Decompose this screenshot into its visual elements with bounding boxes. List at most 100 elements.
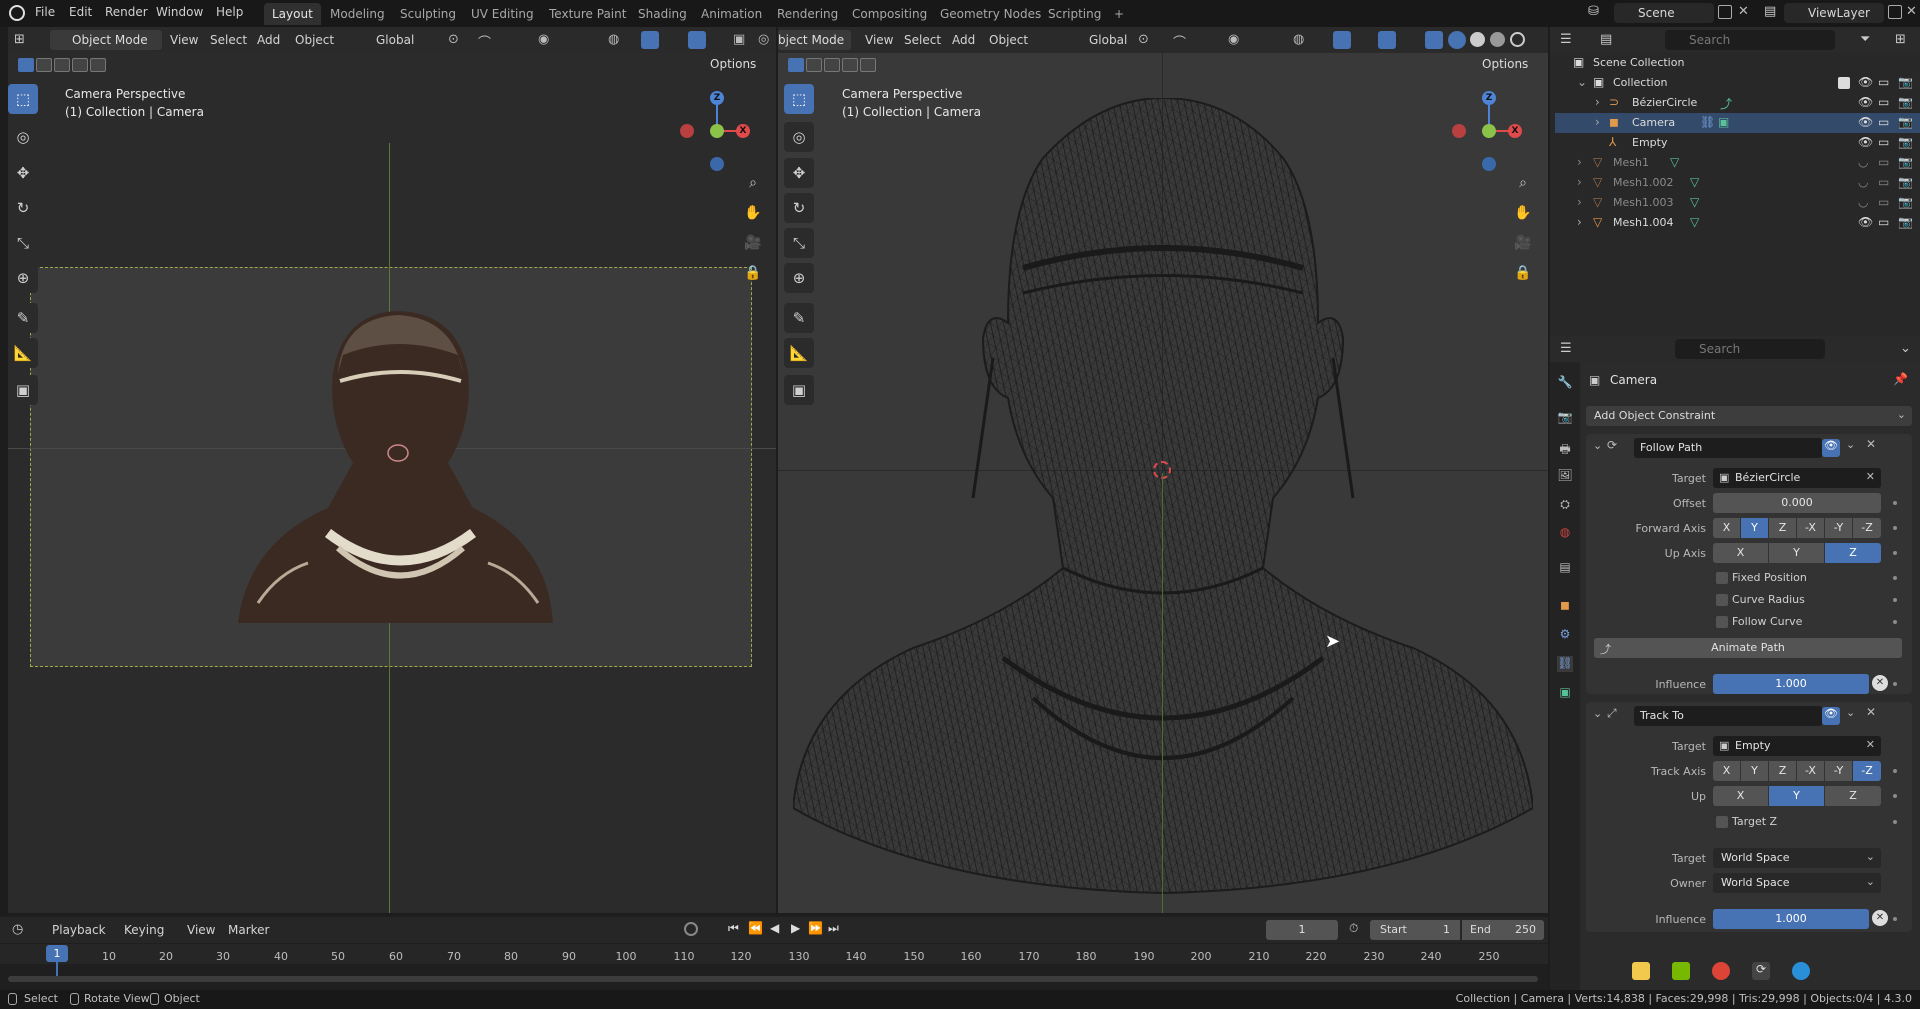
- right-gizmo-y-axis[interactable]: [1482, 124, 1496, 138]
- expand-arrow-icon[interactable]: ›: [1577, 215, 1582, 229]
- overlay-toggle-icon[interactable]: [688, 31, 706, 49]
- right-transform-orientation-dropdown[interactable]: Global: [1089, 33, 1127, 47]
- right-gizmo-z-axis[interactable]: Z: [1482, 91, 1496, 105]
- clear-target-icon[interactable]: ✕: [1866, 470, 1875, 483]
- track-axis-neg-y[interactable]: -Y: [1825, 761, 1852, 781]
- offset-keyframe-dot[interactable]: [1893, 501, 1897, 505]
- curve-radius-keyframe-dot[interactable]: [1893, 598, 1897, 602]
- right-select-box-tool[interactable]: ⬚: [784, 84, 814, 114]
- viewport-menu-view[interactable]: View: [170, 33, 198, 47]
- tab-compositing[interactable]: Compositing: [844, 3, 935, 25]
- forward-axis-z[interactable]: Z: [1769, 518, 1796, 538]
- shading-wireframe-button[interactable]: [1448, 31, 1466, 49]
- track-axis-neg-z[interactable]: -Z: [1853, 761, 1881, 781]
- timeline-scrollbar[interactable]: [8, 976, 1538, 982]
- track-up-keyframe-dot[interactable]: [1893, 794, 1897, 798]
- right-overlay-toggle-icon[interactable]: [1378, 31, 1396, 49]
- menu-file[interactable]: File: [35, 5, 55, 19]
- owner-space-dropdown[interactable]: World Space ⌄: [1713, 873, 1881, 893]
- right-select-mode-intersect-icon[interactable]: [860, 58, 876, 72]
- timeline-menu-marker[interactable]: Marker: [228, 923, 269, 937]
- viewport-menu-object[interactable]: Object: [295, 33, 334, 47]
- track-axis-y[interactable]: Y: [1741, 761, 1768, 781]
- viewport-toggle-icon[interactable]: ▭: [1878, 115, 1889, 129]
- curve-radius-checkbox[interactable]: [1716, 594, 1728, 606]
- viewport-toggle-icon[interactable]: ▭: [1878, 175, 1889, 189]
- viewport-toggle-icon[interactable]: ▭: [1878, 135, 1889, 149]
- right-add-cube-tool[interactable]: ▣: [784, 375, 814, 405]
- tool-tab-icon[interactable]: 🔧: [1557, 375, 1573, 391]
- outliner-item-mesh1-003[interactable]: › ▽ Mesh1.003 ▽ ◡ ▭ 📷: [1555, 193, 1920, 213]
- target-z-keyframe-dot[interactable]: [1893, 820, 1897, 824]
- right-pan-hand-icon[interactable]: ✋: [1511, 201, 1535, 225]
- fixed-position-checkbox[interactable]: [1716, 572, 1728, 584]
- outliner-editor-icon[interactable]: ☰: [1560, 32, 1572, 47]
- right-options-dropdown[interactable]: Options: [1482, 57, 1528, 71]
- view-layer-icon[interactable]: ▤: [1764, 4, 1776, 19]
- scene-field[interactable]: Scene: [1614, 3, 1714, 23]
- track-to-influence-keyframe-dot[interactable]: [1893, 917, 1897, 921]
- jump-start-icon[interactable]: ⏮: [728, 921, 739, 936]
- menu-window[interactable]: Window: [156, 5, 203, 19]
- track-to-influence-slider[interactable]: 1.000: [1713, 909, 1869, 929]
- right-select-mode-extend-icon[interactable]: [806, 58, 822, 72]
- right-viewport-menu-add[interactable]: Add: [952, 33, 975, 47]
- right-cursor-tool[interactable]: ◎: [784, 122, 814, 152]
- right-lock-icon[interactable]: 🔒: [1511, 261, 1535, 285]
- collapse-chevron-icon[interactable]: ⌄: [1593, 707, 1602, 720]
- transform-orientation-dropdown[interactable]: Global: [376, 33, 414, 47]
- visibility-eye-icon[interactable]: 👁: [1858, 95, 1873, 109]
- tray-sync-icon[interactable]: ⟳: [1752, 962, 1770, 980]
- right-select-mode-new-icon[interactable]: [788, 58, 804, 72]
- follow-path-delete-icon[interactable]: ✕: [1866, 437, 1876, 451]
- outliner-search-input[interactable]: Search: [1665, 30, 1835, 50]
- outliner-filter-icon[interactable]: ⏷: [1860, 32, 1870, 47]
- expand-arrow-icon[interactable]: ›: [1577, 155, 1582, 169]
- properties-options-icon[interactable]: ⌄: [1900, 341, 1911, 356]
- cursor-tool[interactable]: ◎: [8, 122, 38, 152]
- jump-keyframe-forward-icon[interactable]: ⏩: [808, 921, 823, 935]
- select-mode-extend-icon[interactable]: [36, 58, 52, 72]
- outliner-display-mode-icon[interactable]: ▤: [1600, 32, 1612, 47]
- tray-edge-icon[interactable]: [1792, 962, 1810, 980]
- follow-curve-keyframe-dot[interactable]: [1893, 620, 1897, 624]
- outliner-item-camera[interactable]: › ◼ Camera ⛓ ▣ 👁 ▭ 📷: [1555, 113, 1920, 133]
- tray-nvidia-icon[interactable]: [1672, 962, 1690, 980]
- right-xray-toggle-icon[interactable]: [1425, 31, 1443, 49]
- scale-tool[interactable]: ⤡: [8, 228, 38, 258]
- render-toggle-icon[interactable]: 📷: [1898, 195, 1913, 209]
- tab-scripting[interactable]: Scripting: [1040, 3, 1109, 25]
- fixed-position-keyframe-dot[interactable]: [1893, 576, 1897, 580]
- left-viewport[interactable]: Options ⬚ ◎ ✥ ↻ ⤡ ⊕ ✎ 📐 ▣ Camera Perspec…: [8, 53, 776, 913]
- expand-chevron-icon[interactable]: ⌄: [1577, 75, 1587, 89]
- new-view-layer-icon[interactable]: [1888, 5, 1902, 19]
- object-tab-icon[interactable]: ◼: [1557, 598, 1573, 614]
- gizmo-x-axis[interactable]: X: [736, 124, 750, 138]
- view-layer-tab-icon[interactable]: 🖼: [1557, 468, 1573, 484]
- track-to-name-field[interactable]: Track To: [1634, 706, 1822, 726]
- timeline-menu-view[interactable]: View: [187, 923, 215, 937]
- outliner-item-beziercircle[interactable]: › ⊃ BézierCircle ⤴ 👁 ▭ 📷: [1555, 93, 1920, 113]
- right-rotate-tool[interactable]: ↻: [784, 193, 814, 223]
- render-toggle-icon[interactable]: 📷: [1898, 175, 1913, 189]
- render-toggle-icon[interactable]: 📷: [1898, 115, 1913, 129]
- shading-rendered-icon[interactable]: [1510, 32, 1525, 47]
- outliner-item-mesh1-002[interactable]: › ▽ Mesh1.002 ▽ ◡ ▭ 📷: [1555, 173, 1920, 193]
- right-measure-tool[interactable]: 📐: [784, 338, 814, 368]
- right-pivot-icon[interactable]: ⊙: [1138, 32, 1149, 47]
- timeline-menu-playback[interactable]: Playback: [52, 923, 106, 937]
- visibility-icon[interactable]: ◍: [608, 32, 619, 47]
- track-axis-z[interactable]: Z: [1769, 761, 1796, 781]
- right-transform-tool[interactable]: ⊕: [784, 263, 814, 293]
- track-up-y[interactable]: Y: [1769, 786, 1824, 806]
- follow-path-influence-keyframe-dot[interactable]: [1893, 682, 1897, 686]
- render-toggle-icon[interactable]: 📷: [1898, 155, 1913, 169]
- hidden-eye-icon[interactable]: ◡: [1858, 175, 1868, 189]
- collection-row[interactable]: ⌄ ▣ Collection 👁 ▭ 📷: [1555, 73, 1920, 93]
- lock-icon[interactable]: 🔒: [741, 261, 765, 285]
- view-layer-field[interactable]: ViewLayer: [1784, 3, 1884, 23]
- forward-axis-neg-x[interactable]: -X: [1797, 518, 1824, 538]
- collection-render-icon[interactable]: 📷: [1898, 75, 1913, 89]
- track-up-x[interactable]: X: [1713, 786, 1768, 806]
- right-gizmo-neg-z-axis[interactable]: [1482, 157, 1496, 171]
